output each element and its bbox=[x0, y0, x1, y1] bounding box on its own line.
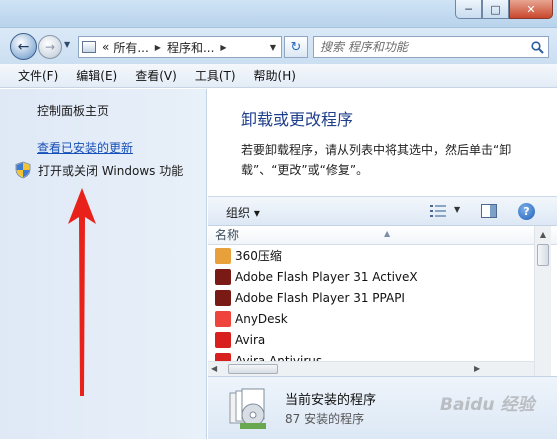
search-input[interactable] bbox=[314, 40, 526, 54]
list-item[interactable]: Adobe Flash Player 31 PPAPI bbox=[208, 287, 557, 308]
menu-edit[interactable]: 编辑(E) bbox=[70, 65, 123, 86]
column-header-name[interactable]: 名称 ▲ bbox=[208, 226, 557, 245]
anydesk-icon bbox=[215, 310, 231, 327]
control-panel-icon bbox=[82, 41, 96, 53]
arrow-left-icon: ← bbox=[17, 38, 30, 55]
scroll-right-icon[interactable]: ▶ bbox=[474, 364, 480, 373]
list-item[interactable]: Avira bbox=[208, 329, 557, 350]
page-title: 卸载或更改程序 bbox=[241, 110, 354, 129]
refresh-button[interactable]: ↻ bbox=[284, 36, 308, 58]
sidebar-item-windows-features[interactable]: 打开或关闭 Windows 功能 bbox=[14, 161, 183, 179]
annotation-arrow-icon bbox=[68, 188, 96, 396]
watermark: Baidu 经验 bbox=[440, 395, 535, 415]
scroll-left-icon[interactable]: ◀ bbox=[211, 364, 217, 373]
vertical-scrollbar[interactable]: ▲ bbox=[534, 226, 551, 376]
details-subtitle: 87 安装的程序 bbox=[285, 412, 365, 426]
sidebar-item-installed-updates[interactable]: 查看已安装的更新 bbox=[37, 139, 133, 156]
window-controls: ─ □ ✕ bbox=[455, 0, 553, 19]
menu-tools[interactable]: 工具(T) bbox=[189, 65, 242, 86]
menu-help[interactable]: 帮助(H) bbox=[248, 65, 302, 86]
page-description: 若要卸载程序，请从列表中将其选中，然后单击“卸载”、“更改”或“修复”。 bbox=[241, 143, 512, 177]
address-bar[interactable]: « 所有... ▶ 程序和... ▶ ▼ bbox=[78, 36, 282, 58]
flash-icon bbox=[215, 268, 231, 285]
chevron-down-icon[interactable]: ▼ bbox=[265, 43, 281, 52]
view-options-icon[interactable] bbox=[430, 205, 446, 217]
list-item[interactable]: Adobe Flash Player 31 ActiveX bbox=[208, 266, 557, 287]
installed-programs-icon bbox=[229, 388, 266, 429]
close-button[interactable]: ✕ bbox=[509, 0, 553, 19]
chevron-right-icon[interactable]: ▶ bbox=[216, 43, 230, 52]
scroll-thumb[interactable] bbox=[537, 244, 549, 266]
arrow-right-icon: → bbox=[44, 40, 56, 54]
help-icon[interactable]: ? bbox=[518, 203, 535, 220]
menu-bar: 文件(F) 编辑(E) 查看(V) 工具(T) 帮助(H) bbox=[0, 64, 557, 88]
horizontal-scrollbar[interactable]: ◀ ▶ bbox=[208, 361, 534, 376]
title-bar: ─ □ ✕ bbox=[0, 0, 557, 28]
details-title: 当前安装的程序 bbox=[285, 393, 377, 408]
sidebar-item-label: 打开或关闭 Windows 功能 bbox=[38, 163, 184, 178]
360zip-icon bbox=[215, 247, 231, 264]
program-name: Adobe Flash Player 31 ActiveX bbox=[235, 269, 418, 284]
sort-ascending-icon: ▲ bbox=[384, 229, 391, 238]
program-list: 名称 ▲ 360压缩 Adobe Flash Player 31 ActiveX A… bbox=[208, 226, 557, 376]
flash-icon bbox=[215, 289, 231, 306]
scroll-thumb-horizontal[interactable] bbox=[228, 364, 278, 374]
sidebar: 控制面板主页 查看已安装的更新 打开或关闭 Windows 功能 bbox=[0, 89, 207, 439]
history-dropdown[interactable]: ▼ bbox=[64, 40, 70, 49]
avira-icon bbox=[215, 331, 231, 348]
scroll-up-icon[interactable]: ▲ bbox=[535, 226, 551, 243]
breadcrumb-item-all[interactable]: 所有... bbox=[111, 39, 150, 56]
organize-button[interactable]: 组织 ▾ bbox=[226, 204, 260, 221]
maximize-button[interactable]: □ bbox=[482, 0, 509, 19]
menu-file[interactable]: 文件(F) bbox=[12, 65, 64, 86]
program-name: 360压缩 bbox=[235, 249, 282, 263]
sidebar-item-control-panel-home[interactable]: 控制面板主页 bbox=[37, 102, 109, 119]
search-icon[interactable] bbox=[526, 40, 548, 54]
search-box[interactable] bbox=[313, 36, 549, 58]
navigation-bar: ← → ▼ « 所有... ▶ 程序和... ▶ ▼ ↻ bbox=[0, 28, 557, 64]
chevron-right-icon[interactable]: ▶ bbox=[151, 43, 165, 52]
preview-pane-icon[interactable] bbox=[481, 204, 497, 218]
back-button[interactable]: ← bbox=[10, 33, 37, 60]
main-content: 卸载或更改程序 若要卸载程序，请从列表中将其选中，然后单击“卸载”、“更改”或“… bbox=[208, 89, 557, 439]
list-item[interactable]: AnyDesk bbox=[208, 308, 557, 329]
refresh-icon: ↻ bbox=[290, 39, 302, 55]
minimize-button[interactable]: ─ bbox=[455, 0, 482, 19]
menu-view[interactable]: 查看(V) bbox=[129, 65, 183, 86]
chevron-down-icon[interactable]: ▼ bbox=[454, 205, 460, 214]
list-item[interactable]: 360压缩 bbox=[208, 245, 557, 266]
breadcrumb-prefix[interactable]: « bbox=[100, 40, 111, 54]
program-name: Avira bbox=[235, 332, 266, 347]
command-bar: 组织 ▾ ▼ ? bbox=[208, 196, 557, 226]
uac-shield-icon bbox=[15, 161, 31, 179]
program-name: AnyDesk bbox=[235, 311, 288, 326]
breadcrumb-item-programs[interactable]: 程序和... bbox=[165, 39, 216, 56]
program-name: Adobe Flash Player 31 PPAPI bbox=[235, 290, 405, 305]
forward-button[interactable]: → bbox=[38, 35, 62, 59]
